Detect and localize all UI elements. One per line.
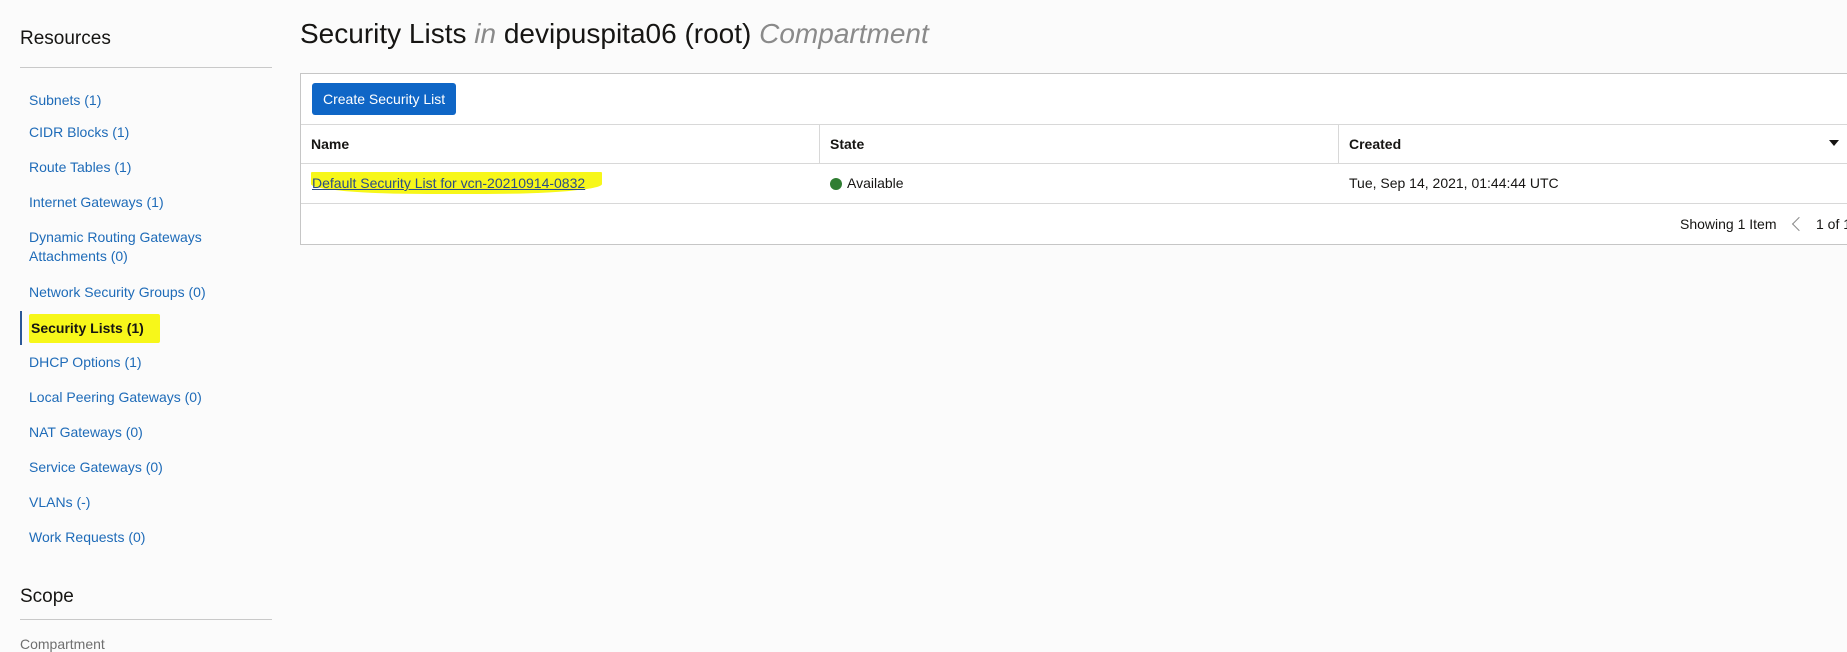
sidebar-item-dhcp-options[interactable]: DHCP Options (1) xyxy=(20,353,272,372)
cell-name: Default Security List for vcn-20210914-0… xyxy=(301,164,819,203)
sidebar-item-internet-gateways[interactable]: Internet Gateways (1) xyxy=(20,193,272,212)
status-text: Available xyxy=(847,175,904,191)
sidebar-item-label: Attachments (0) xyxy=(29,248,128,264)
security-list-name-link[interactable]: Default Security List for vcn-20210914-0… xyxy=(311,172,603,194)
scope-divider xyxy=(20,619,272,620)
column-header-name[interactable]: Name xyxy=(301,125,819,163)
sidebar-item-network-security-groups[interactable]: Network Security Groups (0) xyxy=(20,283,272,302)
cell-created: Tue, Sep 14, 2021, 01:44:44 UTC xyxy=(1349,175,1559,191)
scope-compartment-label: Compartment xyxy=(20,636,105,652)
sidebar-item-vlans[interactable]: VLANs (-) xyxy=(20,493,272,512)
sidebar-item-label: Security Lists (1) xyxy=(29,313,160,343)
column-header-created[interactable]: Created xyxy=(1339,125,1839,163)
sidebar-item-cidr-blocks[interactable]: CIDR Blocks (1) xyxy=(20,123,272,142)
sidebar-item-service-gateways[interactable]: Service Gateways (0) xyxy=(20,458,272,477)
resources-heading: Resources xyxy=(20,28,111,49)
sidebar-item-work-requests[interactable]: Work Requests (0) xyxy=(20,528,272,547)
sidebar-item-local-peering-gateways[interactable]: Local Peering Gateways (0) xyxy=(20,388,272,407)
item-count: Showing 1 Item xyxy=(1680,216,1777,232)
page-title: Security Lists in devipuspita06 (root) C… xyxy=(300,18,929,50)
table-header: Name State Created xyxy=(301,124,1847,164)
create-security-list-button[interactable]: Create Security List xyxy=(312,83,457,115)
chevron-left-icon[interactable] xyxy=(1791,216,1807,232)
security-lists-panel: Create Security List Name State Created … xyxy=(300,73,1847,245)
table-row: Default Security List for vcn-20210914-0… xyxy=(301,164,1847,204)
scope-heading: Scope xyxy=(20,586,74,607)
page-title-main: Security Lists xyxy=(300,18,467,49)
sidebar-item-label: Dynamic Routing Gateways xyxy=(29,229,202,245)
sidebar-item-drg-attachments[interactable]: Dynamic Routing Gateways Attachments (0) xyxy=(20,228,272,266)
sidebar-item-security-lists[interactable]: Security Lists (1) xyxy=(20,311,272,345)
page-title-compartment: devipuspita06 (root) xyxy=(503,18,752,49)
table-footer: Showing 1 Item 1 of 1 xyxy=(301,204,1847,244)
column-header-state[interactable]: State xyxy=(820,125,1338,163)
page-title-in: in xyxy=(474,18,497,49)
page-title-suffix: Compartment xyxy=(759,18,929,49)
status-available-icon xyxy=(830,178,842,190)
page-indicator: 1 of 1 xyxy=(1816,216,1847,232)
resources-divider xyxy=(20,67,272,68)
cell-state: Available xyxy=(820,164,1338,203)
sidebar-item-subnets[interactable]: Subnets (1) xyxy=(20,91,272,110)
sort-descending-icon[interactable] xyxy=(1829,140,1839,146)
sidebar-item-route-tables[interactable]: Route Tables (1) xyxy=(20,158,272,177)
sidebar-item-nat-gateways[interactable]: NAT Gateways (0) xyxy=(20,423,272,442)
